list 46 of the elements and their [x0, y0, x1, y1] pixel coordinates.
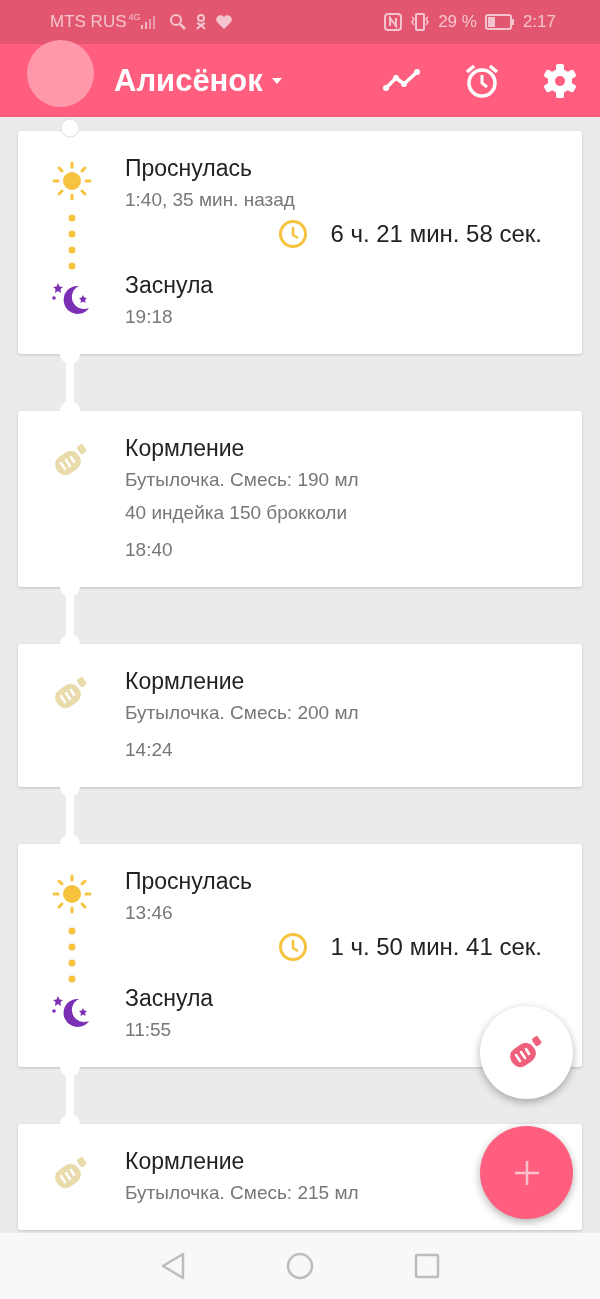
event-card[interactable]: Проснулась 13:46 1 ч. 50 мин. 41 сек. Заснула 11:55	[18, 844, 582, 1067]
event-title: Проснулась	[125, 154, 252, 183]
event-title: Заснула	[125, 271, 214, 300]
sun-icon	[51, 874, 92, 914]
dotted-line	[67, 214, 76, 270]
clock-icon	[278, 219, 309, 249]
plus-icon	[513, 1159, 540, 1186]
event-title: Кормление	[125, 667, 245, 696]
event-card[interactable]: Кормление Бутылочка. Смесь: 200 мл 14:24	[18, 644, 582, 787]
sleep-duration: 6 ч. 21 мин. 58 сек.	[330, 220, 542, 248]
back-icon[interactable]	[160, 1252, 186, 1280]
sleep-duration: 1 ч. 50 мин. 41 сек.	[330, 933, 542, 961]
event-time: 11:55	[125, 1018, 172, 1042]
person-icon	[194, 14, 207, 30]
clock-time: 2:17	[522, 12, 556, 32]
battery-icon	[484, 14, 515, 30]
battery-percent: 29 %	[438, 12, 477, 32]
event-time: 1:40, 35 мин. назад	[125, 188, 295, 212]
event-time: 13:46	[125, 901, 173, 925]
nfc-icon	[384, 13, 403, 31]
settings-icon[interactable]	[542, 62, 578, 99]
dotted-line	[67, 927, 76, 983]
event-card[interactable]: Кормление Бутылочка. Смесь: 190 мл 40 индейка 150 брокколи 18:40	[18, 411, 582, 587]
event-title: Проснулась	[125, 867, 252, 896]
home-icon[interactable]	[286, 1252, 314, 1280]
caret-icon	[270, 76, 283, 85]
search-icon	[168, 13, 187, 31]
recents-icon[interactable]	[414, 1253, 440, 1279]
event-title: Заснула	[125, 984, 214, 1013]
heart-icon	[214, 14, 233, 30]
event-details: 40 индейка 150 брокколи	[125, 501, 348, 525]
event-time: 14:24	[125, 738, 173, 762]
event-title: Кормление	[125, 434, 245, 463]
event-details: Бутылочка. Смесь: 215 мл	[125, 1181, 359, 1205]
vibrate-icon	[410, 13, 431, 31]
carrier-name: MTS RUS	[50, 12, 127, 32]
event-details: Бутылочка. Смесь: 200 мл	[125, 701, 359, 725]
event-card[interactable]: Проснулась 1:40, 35 мин. назад 6 ч. 21 мин. 58 сек. Заснула 19:18	[18, 131, 582, 354]
sun-icon	[51, 161, 92, 201]
alarm-icon[interactable]	[464, 62, 500, 99]
network-type: 4G	[128, 12, 141, 22]
clock-icon	[278, 932, 309, 962]
event-details: Бутылочка. Смесь: 190 мл	[125, 468, 359, 492]
event-time: 18:40	[125, 538, 173, 562]
event-time: 19:18	[125, 305, 173, 329]
event-title: Кормление	[125, 1147, 245, 1176]
